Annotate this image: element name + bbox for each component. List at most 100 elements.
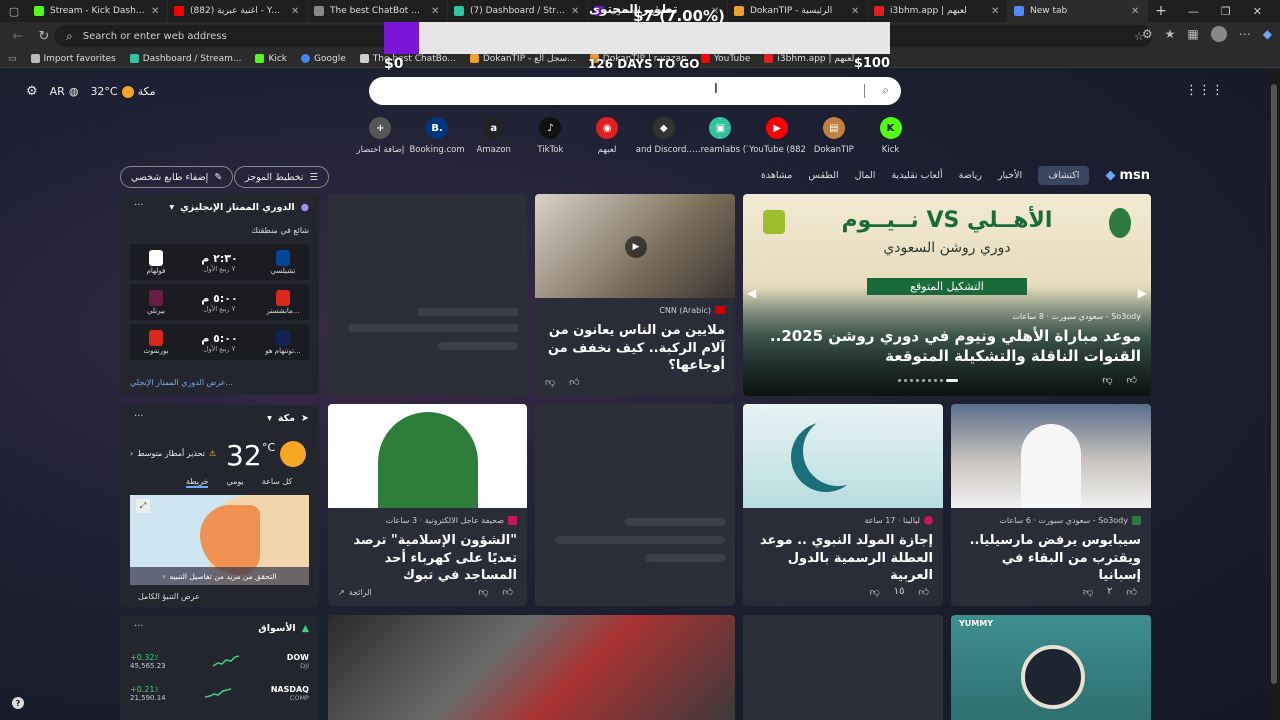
- tab-hourly[interactable]: كل ساعة: [262, 477, 293, 488]
- bookmark-google[interactable]: Google: [301, 54, 346, 64]
- article-card-ceballos[interactable]: So3ody - سعودي سبورت · 6 ساعات سيبايوس ي…: [951, 404, 1151, 606]
- alert-cta[interactable]: التحقق من مزيد من تفاصيل التنبيه ›: [130, 567, 309, 585]
- tab-daily[interactable]: يومي: [226, 477, 243, 488]
- article-card-mawlid[interactable]: ليالينا · 17 ساعة إجازة المولد النبوي ..…: [743, 404, 943, 606]
- article-card-protest[interactable]: [328, 615, 735, 720]
- shortcut-youtube[interactable]: ▶ YouTube (882): [749, 117, 806, 155]
- carousel-dot[interactable]: [916, 379, 919, 382]
- nav-casual-games[interactable]: ألعاب تقليدية: [891, 170, 942, 181]
- collections-icon[interactable]: ▦: [1187, 27, 1198, 41]
- expand-map-icon[interactable]: ⤢: [136, 499, 150, 513]
- thumbs-up-icon[interactable]: 👍︎: [503, 586, 513, 598]
- carousel-dot[interactable]: [922, 379, 925, 382]
- thumbs-up-icon[interactable]: 👍︎: [569, 376, 579, 388]
- refresh-icon[interactable]: ↻: [36, 29, 52, 44]
- match-row[interactable]: فولهام ٢:٣٠ م٧ ربيع الأول تشيلسي: [130, 244, 309, 280]
- favorites-icon[interactable]: ★: [1165, 27, 1176, 41]
- carousel-dot-active[interactable]: [946, 379, 958, 382]
- nav-weather[interactable]: الطقس: [808, 170, 838, 181]
- ntp-search-box[interactable]: ⌕: [369, 77, 901, 105]
- weather-footer-link[interactable]: عرض التنبؤ الكامل: [138, 592, 200, 601]
- close-tab-icon[interactable]: ✕: [291, 6, 301, 17]
- sports-header[interactable]: ● الدوري الممتاز الإنجليزي ▾: [169, 202, 309, 213]
- weather-top[interactable]: 32°C مكة: [90, 85, 155, 98]
- thumbs-up-icon[interactable]: 👍︎: [1127, 374, 1137, 386]
- article-card-knee[interactable]: ▶ CNN (Arabic) ملايين من الناس يعانون من…: [535, 194, 735, 396]
- search-icon[interactable]: ⌕: [882, 83, 889, 98]
- shortcut-kick[interactable]: K Kick: [862, 117, 919, 155]
- weather-map[interactable]: ⤢ التحقق من مزيد من تفاصيل التنبيه ›: [130, 495, 309, 585]
- close-tab-icon[interactable]: ✕: [151, 6, 161, 17]
- market-row[interactable]: +0.21٪ 21,590.14 NASDAQ COMP: [130, 679, 309, 707]
- thumbs-down-icon[interactable]: 👎︎: [1083, 586, 1093, 598]
- markets-header[interactable]: ▲ الأسواق: [258, 623, 309, 634]
- settings-gear-icon[interactable]: ⚙: [26, 84, 38, 99]
- weather-header[interactable]: ➤ مكة ▾: [267, 413, 309, 424]
- thumbs-up-icon[interactable]: 👍︎: [919, 586, 929, 598]
- bookmark-kick[interactable]: Kick: [255, 54, 287, 64]
- nav-news[interactable]: الأخبار: [998, 170, 1022, 181]
- close-window-icon[interactable]: ✕: [1253, 5, 1262, 18]
- extensions-icon[interactable]: ⚙: [1142, 27, 1153, 41]
- close-tab-icon[interactable]: ✕: [991, 6, 1001, 17]
- article-card-mosque[interactable]: صحيفة عاجل الالكترونية · 3 ساعات "الشؤون…: [328, 404, 527, 606]
- more-menu-icon[interactable]: ⋯: [1239, 27, 1251, 41]
- shortcut-discord[interactable]: ◆ and Discord...: [635, 117, 692, 155]
- thumbs-up-icon[interactable]: 👍︎: [1127, 586, 1137, 598]
- carousel-prev-icon[interactable]: ◀: [747, 286, 756, 300]
- thumbs-down-icon[interactable]: 👎︎: [870, 586, 880, 598]
- shortcut-i3bhm[interactable]: ◉ لعبهم: [579, 117, 636, 155]
- match-row[interactable]: بورنموث ٥:٠٠ م٧ ربيع الأول توتنهام هو...: [130, 324, 309, 360]
- shortcut-amazon[interactable]: a Amazon: [465, 117, 522, 155]
- play-video-icon[interactable]: ▶: [625, 236, 647, 258]
- more-options-icon[interactable]: ···: [134, 411, 144, 422]
- shortcut-dokantip[interactable]: ▤ DokanTIP: [806, 117, 863, 155]
- hero-article-card[interactable]: الأهــلي VS نــيــوم دوري روشن السعودي ا…: [743, 194, 1151, 396]
- profile-avatar[interactable]: [1210, 26, 1227, 42]
- msn-logo[interactable]: ◆ msn: [1105, 168, 1150, 183]
- weather-alert[interactable]: ⚠ تحذير أمطار متوسط ‹: [130, 449, 216, 458]
- thumbs-down-icon[interactable]: 👎︎: [1102, 374, 1112, 386]
- language-selector[interactable]: AR ◍: [50, 85, 79, 98]
- shortcut-streamlabs[interactable]: ▣ ...reamlabs (7): [692, 117, 749, 155]
- help-icon[interactable]: ?: [12, 697, 24, 709]
- carousel-dot[interactable]: [898, 379, 901, 382]
- minimize-icon[interactable]: —: [1188, 5, 1199, 18]
- shortcut-tiktok[interactable]: ♪ TikTok: [522, 117, 579, 155]
- carousel-dot[interactable]: [910, 379, 913, 382]
- new-tab-plus-icon[interactable]: +: [1148, 3, 1174, 19]
- tab-kick[interactable]: Stream - Kick Dashboard ✕: [28, 0, 168, 22]
- nav-watch[interactable]: مشاهدة: [761, 170, 792, 181]
- carousel-dot[interactable]: [934, 379, 937, 382]
- tab-map[interactable]: خريطة: [186, 477, 209, 488]
- feed-layout-button[interactable]: تخطيط الموجز ☰: [234, 166, 330, 188]
- bookmark-import[interactable]: Import favorites: [30, 54, 116, 64]
- bookmark-streamlabs[interactable]: Dashboard / Stream...: [129, 54, 241, 64]
- match-row[interactable]: بيرنلي ٥:٠٠ م٧ ربيع الأول مانشستر...: [130, 284, 309, 320]
- carousel-dot[interactable]: [904, 379, 907, 382]
- shortcut-add[interactable]: + إضافة اختصار: [352, 117, 409, 155]
- scrollbar-thumb[interactable]: [1271, 84, 1277, 684]
- tab-newtab[interactable]: New tab ✕: [1008, 0, 1148, 22]
- tab-actions-icon[interactable]: ▢: [0, 0, 28, 22]
- personalize-button[interactable]: إضفاء طابع شخصي ✎: [120, 166, 234, 188]
- back-icon[interactable]: ←: [10, 29, 26, 44]
- tab-youtube[interactable]: (882) أغنية عبرية - YouTube ✕: [168, 0, 308, 22]
- nav-discover[interactable]: اكتشاف: [1038, 166, 1090, 185]
- shortcut-booking[interactable]: B. Booking.com: [409, 117, 466, 155]
- carousel-dot[interactable]: [928, 379, 931, 382]
- market-row[interactable]: +0.32٪ 45,565.23 DOW DJI: [130, 647, 309, 675]
- copilot-icon[interactable]: ◆: [1263, 27, 1272, 41]
- carousel-dot[interactable]: [940, 379, 943, 382]
- nav-sports[interactable]: رياضة: [959, 170, 982, 181]
- more-options-icon[interactable]: ···: [134, 621, 144, 632]
- sports-footer-link[interactable]: عرض الدوري الممتاز الإنجلي...: [130, 378, 233, 387]
- carousel-next-icon[interactable]: ▶: [1138, 286, 1147, 300]
- restore-icon[interactable]: ❐: [1221, 5, 1231, 18]
- close-tab-icon[interactable]: ✕: [1131, 6, 1141, 17]
- nav-money[interactable]: المال: [855, 170, 876, 181]
- thumbs-down-icon[interactable]: 👎︎: [545, 376, 555, 388]
- bookmarks-toggle-icon[interactable]: ▭: [8, 54, 17, 64]
- apps-grid-icon[interactable]: ⋮⋮⋮: [1185, 83, 1224, 98]
- more-options-icon[interactable]: ···: [134, 200, 144, 211]
